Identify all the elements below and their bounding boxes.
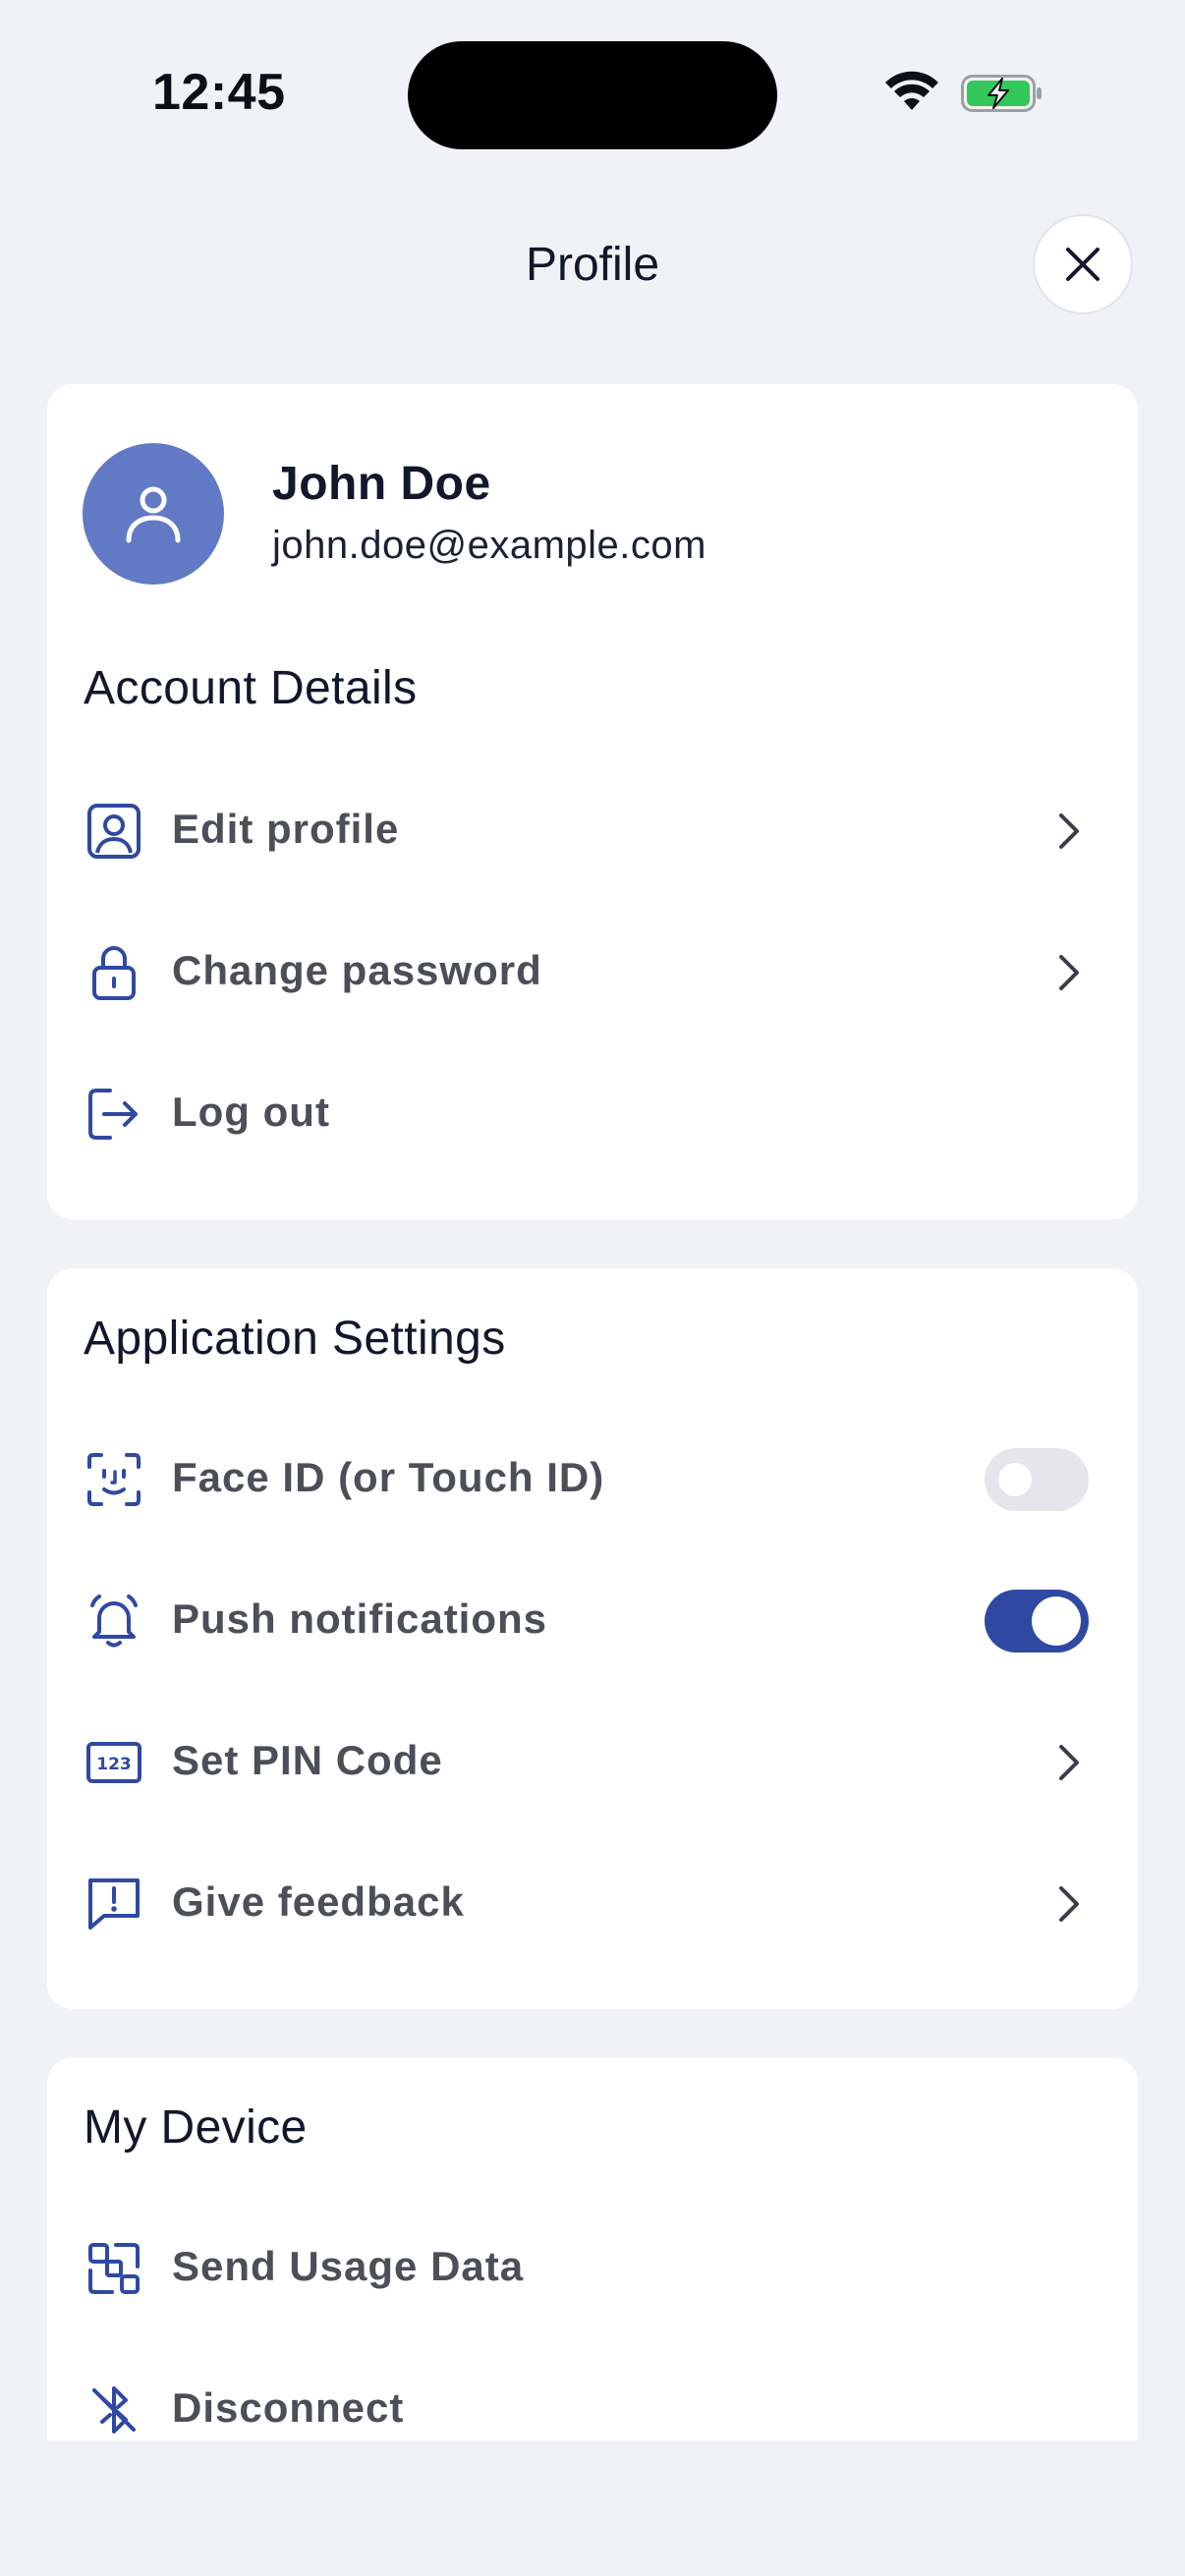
user-square-icon (87, 804, 141, 859)
disconnect-label: Disconnect (172, 2384, 405, 2431)
profile-summary: John Doe john.doe@example.com (83, 443, 1102, 585)
change-password-row[interactable]: Change password (47, 914, 1138, 1032)
section-title-application-settings: Application Settings (84, 1313, 506, 1365)
section-title-my-device: My Device (84, 2101, 308, 2154)
edit-profile-label: Edit profile (172, 806, 400, 852)
status-time: 12:45 (152, 64, 286, 121)
send-usage-data-row[interactable]: Send Usage Data (47, 2210, 1138, 2327)
status-bar: 12:45 (0, 0, 1185, 177)
user-name: John Doe (272, 458, 491, 510)
close-button[interactable] (1033, 214, 1133, 314)
push-notifications-row: Push notifications (47, 1562, 1138, 1680)
set-pin-code-row[interactable]: 123 Set PIN Code (47, 1704, 1138, 1821)
battery-charging-icon (961, 75, 1042, 112)
user-email: john.doe@example.com (272, 524, 706, 567)
face-id-toggle[interactable] (985, 1448, 1089, 1511)
face-id-icon (87, 1453, 141, 1506)
bell-icon (90, 1595, 138, 1648)
bottom-safe-area (0, 2440, 1185, 2576)
face-id-row: Face ID (or Touch ID) (47, 1421, 1138, 1539)
pin-code-icon: 123 (86, 1742, 141, 1783)
chevron-right-icon (1059, 955, 1079, 990)
scan-data-icon (88, 2243, 140, 2294)
disconnect-row[interactable]: Disconnect (47, 2351, 1138, 2440)
push-notifications-toggle[interactable] (985, 1590, 1089, 1652)
edit-profile-row[interactable]: Edit profile (47, 772, 1138, 890)
wifi-icon (885, 71, 938, 110)
face-id-label: Face ID (or Touch ID) (172, 1454, 605, 1500)
toggle-knob (998, 1463, 1032, 1496)
application-settings-card: Application Settings Face ID (or Touch I… (47, 1268, 1138, 2009)
dynamic-island (408, 41, 777, 149)
bluetooth-off-icon (92, 2386, 136, 2434)
chevron-right-icon (1059, 1745, 1079, 1780)
set-pin-code-label: Set PIN Code (172, 1737, 443, 1783)
send-usage-data-label: Send Usage Data (172, 2243, 525, 2289)
lock-icon (92, 946, 136, 1000)
account-card: John Doe john.doe@example.com Account De… (47, 384, 1138, 1219)
log-out-label: Log out (172, 1089, 330, 1135)
change-password-label: Change password (172, 947, 542, 993)
avatar (83, 443, 224, 585)
logout-icon (88, 1089, 138, 1140)
close-icon (1066, 248, 1100, 281)
feedback-icon (88, 1878, 140, 1930)
pin-code-icon-text: 123 (96, 1755, 132, 1774)
give-feedback-label: Give feedback (172, 1878, 465, 1925)
push-notifications-label: Push notifications (172, 1596, 548, 1642)
toggle-knob (1032, 1596, 1081, 1646)
my-device-card: My Device Send Usage Data Disconnect (47, 2057, 1138, 2440)
status-icons (884, 69, 1051, 118)
give-feedback-row[interactable]: Give feedback (47, 1845, 1138, 1963)
chevron-right-icon (1059, 813, 1079, 849)
chevron-right-icon (1059, 1886, 1079, 1922)
user-icon (126, 486, 181, 543)
section-title-account-details: Account Details (84, 662, 418, 714)
page-title: Profile (525, 239, 660, 291)
log-out-row[interactable]: Log out (47, 1055, 1138, 1173)
